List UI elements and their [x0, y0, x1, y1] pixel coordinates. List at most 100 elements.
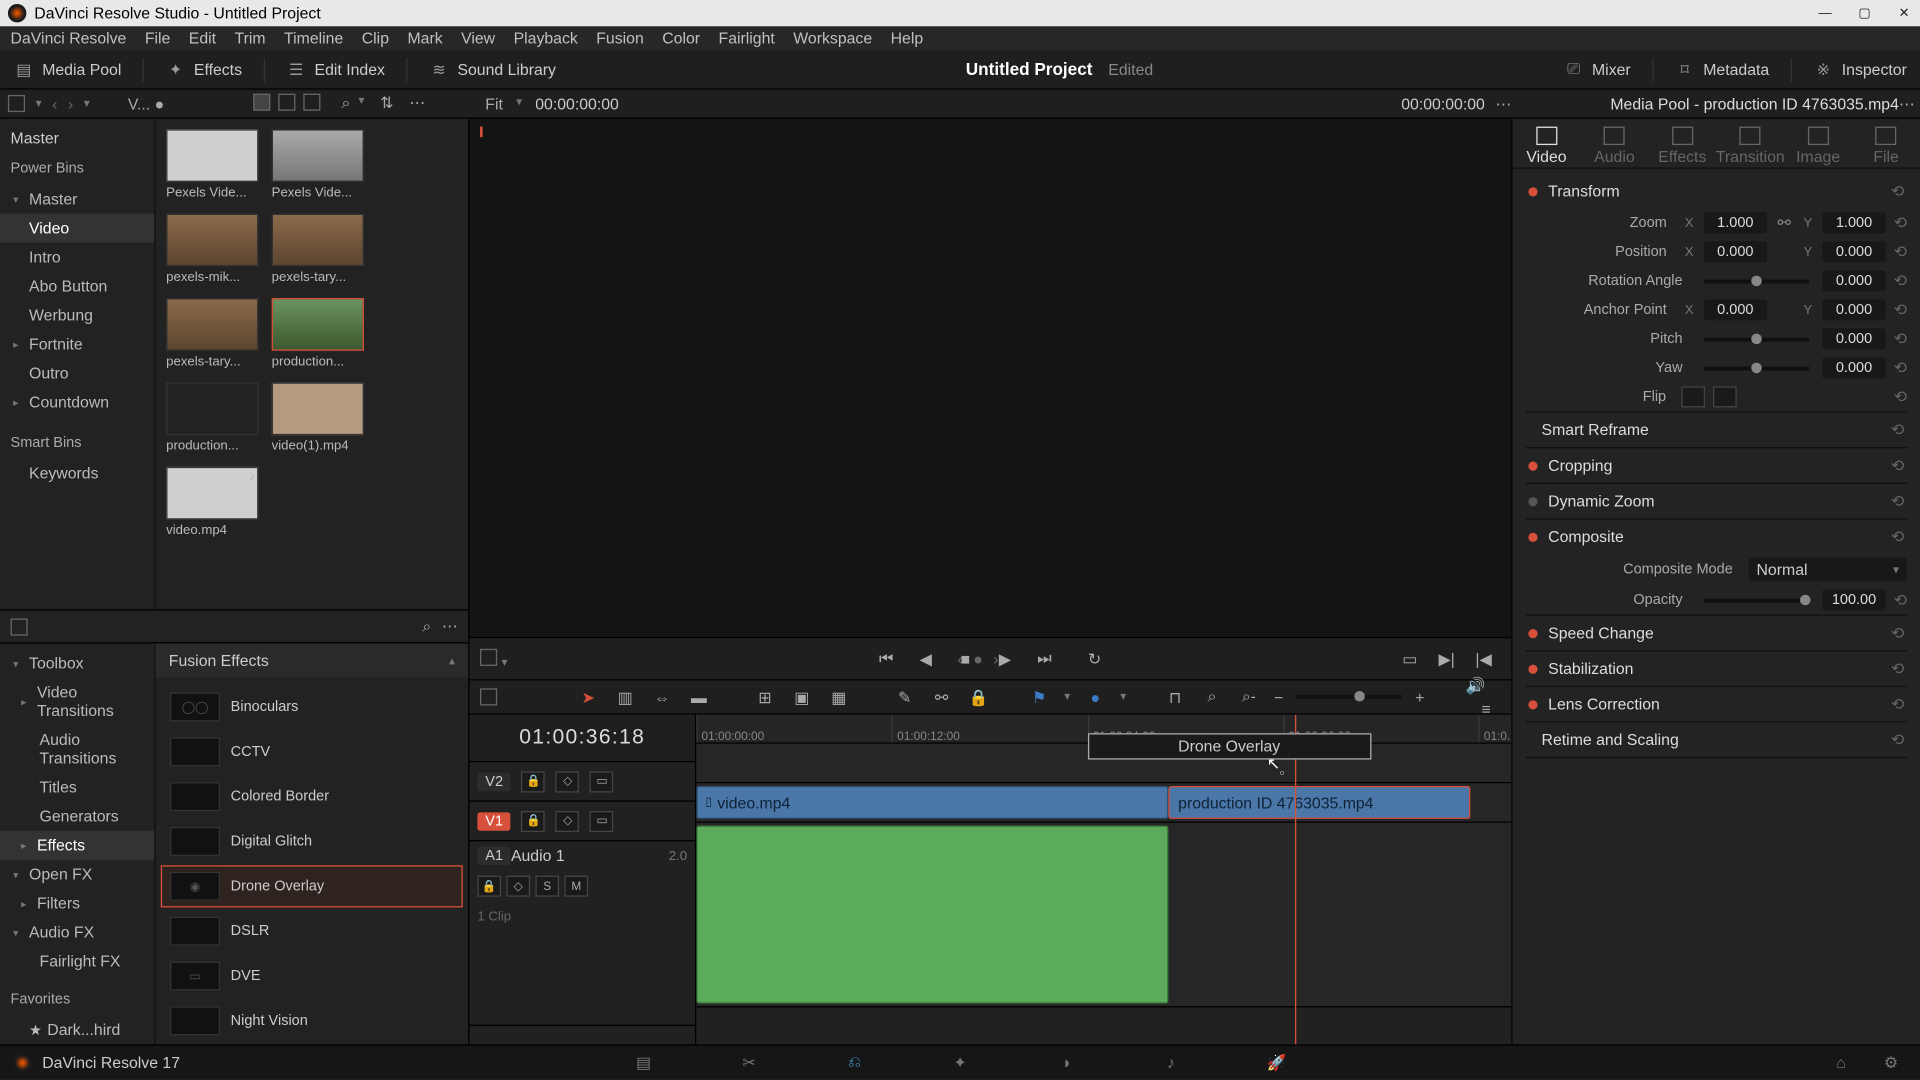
pos-y-input[interactable]: 0.000: [1822, 241, 1885, 262]
tree-abo-button[interactable]: Abo Button: [0, 272, 154, 301]
replace-clip-icon[interactable]: ▦: [827, 685, 851, 709]
tree-werbung[interactable]: Werbung: [0, 301, 154, 330]
blade-tool-icon[interactable]: ▬: [687, 685, 711, 709]
clip-video-2[interactable]: production ID 4763035.mp4: [1169, 786, 1471, 819]
overwrite-clip-icon[interactable]: ▣: [790, 685, 814, 709]
menu-clip[interactable]: Clip: [362, 29, 389, 47]
v1-enable-icon[interactable]: ▭: [590, 810, 614, 831]
fx-atrans[interactable]: Audio Transitions: [0, 725, 154, 772]
transform-header[interactable]: Transform⟲: [1526, 174, 1907, 208]
fx-colored-border[interactable]: Colored Border: [161, 775, 463, 817]
smart-reframe-header[interactable]: Smart Reframe⟲: [1526, 413, 1907, 447]
zoom-x-input[interactable]: 1.000: [1704, 212, 1767, 233]
mixer-toggle[interactable]: ⎚Mixer: [1563, 59, 1631, 80]
dynamic-trim-icon[interactable]: ⇔: [650, 685, 674, 709]
fx-category-header[interactable]: Fusion Effects▴: [156, 644, 469, 678]
tree-master[interactable]: ▾Master: [0, 185, 154, 214]
v2-enable-icon[interactable]: ▭: [590, 771, 614, 792]
menu-file[interactable]: File: [145, 29, 171, 47]
insp-tab-transition[interactable]: Transition: [1721, 126, 1779, 166]
nav-back[interactable]: ‹: [52, 94, 57, 112]
zoom-plus-button[interactable]: +: [1415, 688, 1424, 706]
thumb-5[interactable]: production...: [272, 298, 364, 369]
thumb-3[interactable]: pexels-tary...: [272, 214, 364, 285]
nav-fwd[interactable]: ›: [68, 94, 73, 112]
thumb-1[interactable]: Pexels Vide...: [272, 129, 364, 200]
maximize-button[interactable]: ▢: [1857, 5, 1873, 21]
color-page-button[interactable]: ◑: [1052, 1050, 1078, 1074]
stabilization-header[interactable]: Stabilization⟲: [1526, 651, 1907, 685]
v1-label[interactable]: V1: [477, 812, 511, 830]
tree-intro[interactable]: Intro: [0, 243, 154, 272]
go-end-button[interactable]: ⏭: [1033, 647, 1057, 671]
fx-vtrans[interactable]: ▸Video Transitions: [0, 678, 154, 725]
zoom-minus-button[interactable]: −: [1274, 688, 1283, 706]
retime-scaling-header[interactable]: Retime and Scaling⟲: [1526, 723, 1907, 757]
sound-library-toggle[interactable]: ≋Sound Library: [428, 59, 556, 80]
cropping-header[interactable]: Cropping⟲: [1526, 448, 1907, 482]
viewer-more-icon[interactable]: ⋯: [1495, 94, 1511, 112]
thumb-4[interactable]: pexels-tary...: [166, 298, 258, 369]
dynamic-zoom-header[interactable]: Dynamic Zoom⟲: [1526, 484, 1907, 518]
zoom-slider[interactable]: [1296, 695, 1401, 699]
timeline-timecode[interactable]: 01:00:36:18: [469, 715, 694, 762]
menu-edit[interactable]: Edit: [189, 29, 216, 47]
link-tool-icon[interactable]: ⚯: [930, 685, 954, 709]
fx-digital-glitch[interactable]: Digital Glitch: [161, 820, 463, 862]
selection-tool-icon[interactable]: ➤: [576, 685, 600, 709]
fx-dslr[interactable]: DSLR: [161, 910, 463, 952]
fx-audiofx[interactable]: ▾Audio FX: [0, 918, 154, 947]
pos-x-input[interactable]: 0.000: [1704, 241, 1767, 262]
thumb-2[interactable]: pexels-mik...: [166, 214, 258, 285]
fx-night-vision[interactable]: Night Vision: [161, 1000, 463, 1042]
more-icon[interactable]: ⋯: [409, 94, 425, 114]
home-button[interactable]: ⌂: [1828, 1050, 1854, 1074]
fx-binoculars[interactable]: ◯◯Binoculars: [161, 686, 463, 728]
rotation-slider[interactable]: [1704, 279, 1809, 283]
menu-trim[interactable]: Trim: [235, 29, 266, 47]
chevron-down-icon[interactable]: ▾: [36, 96, 42, 111]
thumb-6[interactable]: production...: [166, 382, 258, 453]
v2-label[interactable]: V2: [477, 772, 511, 790]
fx-filters[interactable]: ▸Filters: [0, 889, 154, 918]
loop-button[interactable]: ↻: [1083, 647, 1107, 671]
menu-timeline[interactable]: Timeline: [284, 29, 343, 47]
a1-solo-button[interactable]: S: [535, 876, 559, 897]
fx-toolbox[interactable]: ▾Toolbox: [0, 649, 154, 678]
fx-cctv[interactable]: CCTV: [161, 731, 463, 773]
a1-label[interactable]: A1: [477, 847, 511, 865]
thumb-7[interactable]: video(1).mp4: [272, 382, 364, 453]
fx-generators[interactable]: Generators: [0, 802, 154, 831]
fx-fairlightfx[interactable]: Fairlight FX: [0, 947, 154, 976]
deliver-page-button[interactable]: 🚀: [1263, 1050, 1289, 1074]
insp-tab-image[interactable]: Image: [1789, 126, 1847, 166]
fx-more-icon[interactable]: ⋯: [442, 617, 458, 635]
speed-change-header[interactable]: Speed Change⟲: [1526, 616, 1907, 650]
match-frame-icon[interactable]: ▭: [1398, 647, 1422, 671]
lens-correction-header[interactable]: Lens Correction⟲: [1526, 687, 1907, 721]
thumb-8[interactable]: ♪video.mp4: [166, 467, 258, 538]
fx-dve[interactable]: ▭DVE: [161, 955, 463, 997]
step-back-button[interactable]: ◀: [914, 647, 938, 671]
fit-dropdown[interactable]: Fit: [485, 94, 503, 112]
opacity-slider[interactable]: [1704, 598, 1809, 602]
v1-lock-icon[interactable]: 🔒: [522, 810, 546, 831]
fxlib-toggle-icon[interactable]: [11, 618, 28, 635]
menu-fairlight[interactable]: Fairlight: [719, 29, 775, 47]
inspector-toggle[interactable]: ※Inspector: [1813, 59, 1907, 80]
fx-openfx[interactable]: ▾Open FX: [0, 860, 154, 889]
fx-effects[interactable]: ▸Effects: [0, 831, 154, 860]
fav-0[interactable]: ★ Dark...hird: [0, 1015, 154, 1044]
menu-color[interactable]: Color: [662, 29, 700, 47]
trim-tool-icon[interactable]: ▥: [613, 685, 637, 709]
insp-tab-audio[interactable]: Audio: [1585, 126, 1643, 166]
yaw-input[interactable]: 0.000: [1822, 357, 1885, 378]
flip-v-button[interactable]: [1714, 386, 1738, 407]
flag-icon[interactable]: ⚑: [1027, 685, 1051, 709]
sort-icon[interactable]: ⇅: [380, 94, 393, 114]
reset-icon[interactable]: ⟲: [1891, 182, 1904, 200]
zoom-reset-icon[interactable]: ⟲: [1894, 214, 1907, 232]
tree-outro[interactable]: Outro: [0, 359, 154, 388]
a1-curve-icon[interactable]: ◇: [506, 876, 530, 897]
menu-help[interactable]: Help: [891, 29, 924, 47]
